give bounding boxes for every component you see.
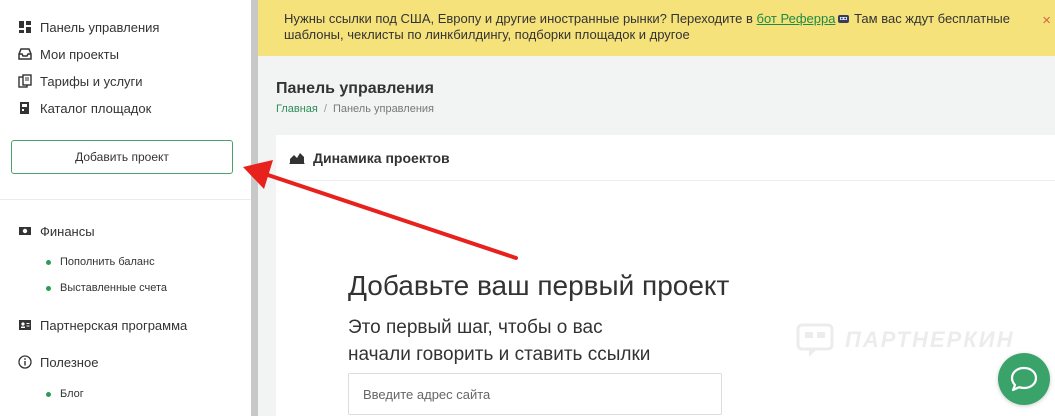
add-project-button[interactable]: Добавить проект (11, 140, 233, 174)
page-title: Панель управления (276, 80, 434, 97)
watermark-logo: ПАРТНЕРКИН (795, 320, 1014, 360)
dashboard-icon (19, 21, 31, 33)
breadcrumb: Главная / Панель управления (276, 103, 434, 115)
sidebar-subitem-label: Пополнить баланс (60, 256, 155, 268)
sidebar-item-dashboard[interactable]: Панель управления (18, 19, 159, 35)
robot-icon (838, 15, 850, 23)
breadcrumb-home-link[interactable]: Главная (276, 103, 318, 115)
sidebar-item-catalog[interactable]: Каталог площадок (18, 100, 151, 116)
logo-icon (796, 323, 834, 357)
promo-banner: Нужны ссылки под США, Европу и другие ин… (258, 0, 1055, 56)
area-chart-icon (289, 153, 305, 164)
sidebar-item-label: Каталог площадок (40, 100, 152, 116)
hero-title: Добавьте ваш первый проект (348, 270, 730, 301)
sidebar-scrollbar[interactable] (251, 0, 258, 416)
sidebar-subitem-label: Блог (60, 388, 84, 400)
hero-subtitle: Это первый шаг, чтобы о вас начали говор… (348, 314, 650, 368)
chat-button[interactable] (998, 353, 1050, 405)
breadcrumb-current: Панель управления (332, 103, 434, 115)
bullet-icon (46, 285, 51, 291)
banner-text: Нужны ссылки под США, Европу и другие ин… (284, 11, 757, 26)
chat-bubble-icon (1010, 366, 1038, 392)
sidebar-item-label: Панель управления (40, 19, 160, 35)
info-icon (18, 355, 32, 369)
watermark-text: ПАРТНЕРКИН (845, 327, 1015, 352)
sidebar-divider (0, 199, 251, 200)
sidebar-item-label: Полезное (40, 354, 99, 370)
money-icon (19, 227, 31, 235)
hero-subtitle-line: Это первый шаг, чтобы о вас (348, 317, 603, 338)
sidebar-item-label: Партнерская программа (40, 317, 188, 333)
sidebar-item-partner[interactable]: Партнерская программа (18, 317, 187, 333)
card-title: Динамика проектов (313, 149, 450, 166)
bullet-icon (46, 391, 51, 397)
inbox-icon (18, 48, 32, 60)
sidebar-item-label: Мои проекты (40, 46, 119, 62)
sidebar-item-tariffs[interactable]: Тарифы и услуги (18, 73, 143, 89)
hero-subtitle-line: начали говорить и ставить ссылки (348, 344, 651, 365)
site-url-input[interactable] (348, 373, 722, 415)
sidebar-subitem-blog[interactable]: Блог (46, 388, 84, 400)
projects-dynamics-card: Динамика проектов Добавьте ваш первый пр… (276, 135, 1055, 416)
sidebar-item-projects[interactable]: Мои проекты (18, 46, 119, 62)
banner-close-button[interactable]: × (1042, 13, 1051, 29)
breadcrumb-separator: / (323, 103, 327, 115)
sidebar-subitem-topup[interactable]: Пополнить баланс (46, 256, 155, 268)
documents-icon (18, 74, 32, 88)
card-header: Динамика проектов (276, 135, 1055, 181)
catalog-icon (20, 102, 29, 114)
banner-bot-link[interactable]: бот Реферра (757, 11, 836, 26)
sidebar: Панель управления Мои проекты Тарифы и у… (0, 0, 251, 416)
bullet-icon (46, 259, 51, 265)
sidebar-item-finance[interactable]: Финансы (18, 223, 95, 239)
sidebar-item-label: Финансы (40, 223, 95, 239)
sidebar-subitem-invoices[interactable]: Выставленные счета (46, 282, 167, 294)
sidebar-item-useful[interactable]: Полезное (18, 354, 98, 370)
id-card-icon (19, 320, 31, 330)
sidebar-item-label: Тарифы и услуги (40, 73, 143, 89)
sidebar-subitem-label: Выставленные счета (60, 282, 168, 294)
